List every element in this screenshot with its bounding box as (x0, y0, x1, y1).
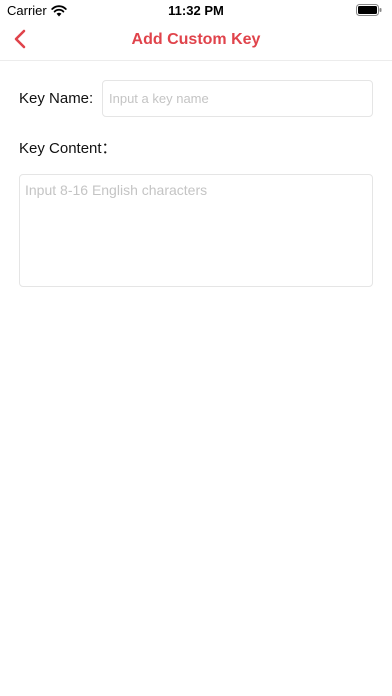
key-name-input[interactable] (102, 80, 373, 117)
status-right (356, 4, 382, 16)
status-time: 11:32 PM (168, 3, 224, 18)
key-content-label: Key Content： (19, 140, 117, 157)
status-bar: Carrier 11:32 PM (0, 0, 392, 22)
add-custom-key-screen: Carrier 11:32 PM Add Custom Key Key Name… (0, 0, 392, 696)
nav-bar: Add Custom Key (0, 22, 392, 61)
battery-icon (356, 4, 382, 16)
page-title: Add Custom Key (131, 31, 261, 48)
key-name-label: Key Name: (19, 90, 94, 107)
key-content-textarea[interactable] (19, 174, 373, 287)
